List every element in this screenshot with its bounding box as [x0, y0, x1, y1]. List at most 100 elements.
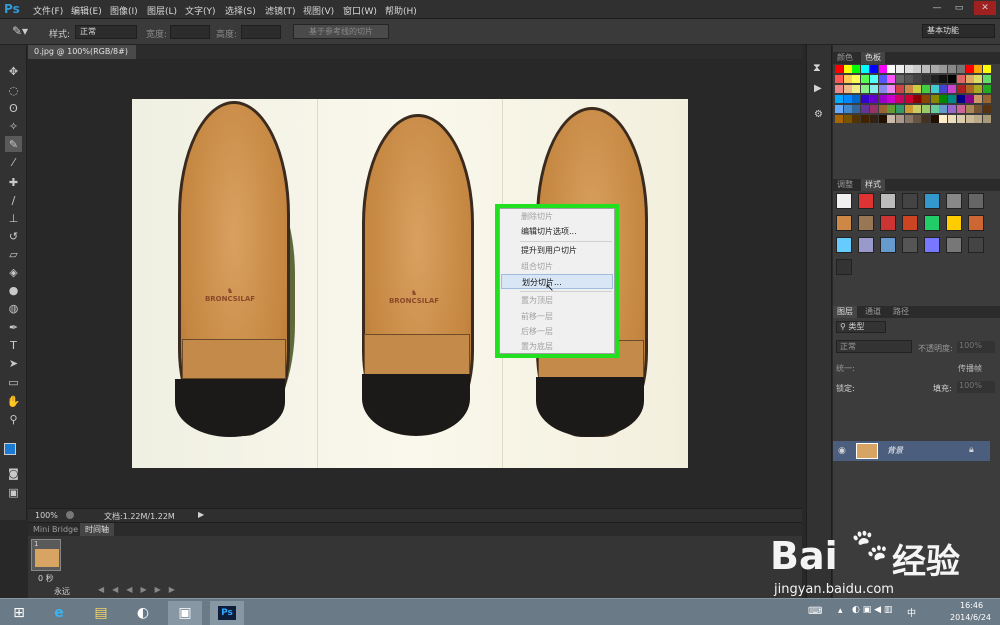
- color-swatch[interactable]: [982, 115, 991, 123]
- color-swatch[interactable]: [939, 75, 948, 83]
- color-swatch[interactable]: [982, 75, 991, 83]
- layer-row-background[interactable]: ◉ 背景 🔒︎: [833, 441, 990, 461]
- color-swatch[interactable]: [965, 75, 974, 83]
- move-tool-icon[interactable]: ✥: [5, 63, 22, 79]
- quick-mask-icon[interactable]: ◙: [5, 465, 22, 481]
- color-swatch[interactable]: [965, 95, 974, 103]
- style-swatch[interactable]: [902, 215, 918, 231]
- style-swatch[interactable]: [880, 237, 896, 253]
- color-swatch[interactable]: [895, 75, 904, 83]
- style-swatch[interactable]: [968, 237, 984, 253]
- tray-icons[interactable]: ◐ ▣ ◀ ▥: [852, 605, 892, 615]
- blur-tool-icon[interactable]: ●: [5, 282, 22, 298]
- color-swatch[interactable]: [948, 65, 957, 73]
- stamp-tool-icon[interactable]: ⊥: [5, 210, 22, 226]
- properties-icon[interactable]: ⚙: [814, 109, 823, 120]
- hand-tool-icon[interactable]: ✋: [5, 393, 22, 409]
- type-tool-icon[interactable]: T: [5, 337, 22, 353]
- color-swatch[interactable]: [965, 85, 974, 93]
- color-swatch[interactable]: [956, 65, 965, 73]
- color-swatch[interactable]: [843, 105, 852, 113]
- color-swatch[interactable]: [887, 115, 896, 123]
- tab-adjustments[interactable]: 调整: [833, 179, 857, 191]
- color-swatch[interactable]: [974, 95, 983, 103]
- eraser-tool-icon[interactable]: ▱: [5, 246, 22, 262]
- brush-tool-icon[interactable]: ∕: [5, 192, 22, 208]
- eye-icon[interactable]: ◉: [838, 446, 846, 456]
- color-swatch[interactable]: [843, 115, 852, 123]
- color-swatch[interactable]: [887, 65, 896, 73]
- color-swatch[interactable]: [895, 65, 904, 73]
- color-swatch[interactable]: [982, 95, 991, 103]
- color-swatch[interactable]: [930, 115, 939, 123]
- color-swatch[interactable]: [843, 75, 852, 83]
- color-swatch[interactable]: [887, 95, 896, 103]
- document-tab[interactable]: 0.jpg @ 100%(RGB/8#) ×: [28, 45, 136, 70]
- menu-item-bring-to-front[interactable]: 置为顶层: [501, 293, 613, 308]
- pen-tool-icon[interactable]: ✒: [5, 319, 22, 335]
- marquee-tool-icon[interactable]: ◌: [5, 82, 22, 98]
- lasso-tool-icon[interactable]: ʘ: [5, 100, 22, 116]
- color-swatch[interactable]: [852, 65, 861, 73]
- style-swatch[interactable]: [924, 237, 940, 253]
- screen-mode-icon[interactable]: ▣: [5, 484, 22, 500]
- color-swatch[interactable]: [878, 75, 887, 83]
- color-swatch[interactable]: [869, 115, 878, 123]
- color-swatch[interactable]: [948, 105, 957, 113]
- color-swatch[interactable]: [861, 65, 870, 73]
- color-swatch[interactable]: [887, 85, 896, 93]
- style-swatch[interactable]: [902, 237, 918, 253]
- color-swatch[interactable]: [852, 95, 861, 103]
- clock-date[interactable]: 2014/6/24: [950, 613, 991, 622]
- rectangle-tool-icon[interactable]: ▭: [5, 374, 22, 390]
- color-swatch[interactable]: [835, 85, 843, 93]
- zoom-level[interactable]: 100%: [35, 511, 58, 520]
- photoshop-taskbar-icon[interactable]: Ps: [210, 601, 244, 625]
- color-swatch[interactable]: [930, 105, 939, 113]
- color-swatch[interactable]: [843, 65, 852, 73]
- explorer-icon[interactable]: ▤: [84, 601, 118, 625]
- keyboard-icon[interactable]: ⌨: [808, 606, 822, 617]
- color-swatch[interactable]: [982, 105, 991, 113]
- color-swatch[interactable]: [878, 115, 887, 123]
- color-swatch[interactable]: [904, 95, 913, 103]
- color-swatch[interactable]: [974, 65, 983, 73]
- tab-paths[interactable]: 路径: [889, 306, 913, 318]
- color-swatch[interactable]: [982, 85, 991, 93]
- tab-swatches[interactable]: 色板: [861, 52, 885, 64]
- color-swatch[interactable]: [835, 105, 843, 113]
- color-swatch[interactable]: [852, 105, 861, 113]
- ime-indicator[interactable]: 中: [907, 606, 916, 619]
- maximize-button[interactable]: ▭: [950, 1, 968, 15]
- color-swatch[interactable]: [913, 115, 922, 123]
- blend-mode-select[interactable]: 正常: [836, 340, 912, 353]
- ie-icon[interactable]: e: [42, 601, 76, 625]
- color-swatch[interactable]: [861, 75, 870, 83]
- color-swatch[interactable]: [861, 115, 870, 123]
- slices-from-guides-button[interactable]: 基于参考线的切片: [293, 24, 389, 39]
- menu-image[interactable]: 图像(I): [110, 4, 138, 17]
- close-window-button[interactable]: ✕: [974, 1, 996, 15]
- menu-file[interactable]: 文件(F): [33, 4, 63, 17]
- style-swatch[interactable]: [880, 215, 896, 231]
- color-swatch[interactable]: [904, 65, 913, 73]
- color-swatch[interactable]: [913, 65, 922, 73]
- dodge-tool-icon[interactable]: ◍: [5, 300, 22, 316]
- color-swatch[interactable]: [939, 85, 948, 93]
- eyedropper-tool-icon[interactable]: ⁄: [5, 154, 22, 170]
- bucket-tool-icon[interactable]: ◈: [5, 264, 22, 280]
- color-swatch[interactable]: [974, 105, 983, 113]
- style-swatch[interactable]: [968, 215, 984, 231]
- color-swatch[interactable]: [869, 75, 878, 83]
- color-swatch[interactable]: [878, 85, 887, 93]
- path-select-icon[interactable]: ➤: [5, 355, 22, 371]
- color-swatch[interactable]: [930, 85, 939, 93]
- color-swatch[interactable]: [835, 75, 843, 83]
- color-swatch[interactable]: [930, 75, 939, 83]
- color-swatch[interactable]: [948, 115, 957, 123]
- height-field[interactable]: [241, 25, 281, 39]
- menu-item-divide-slice[interactable]: 划分切片...: [501, 274, 613, 289]
- workspace-select[interactable]: 基本功能: [922, 24, 995, 38]
- color-swatch[interactable]: [974, 115, 983, 123]
- style-swatch[interactable]: [836, 259, 852, 275]
